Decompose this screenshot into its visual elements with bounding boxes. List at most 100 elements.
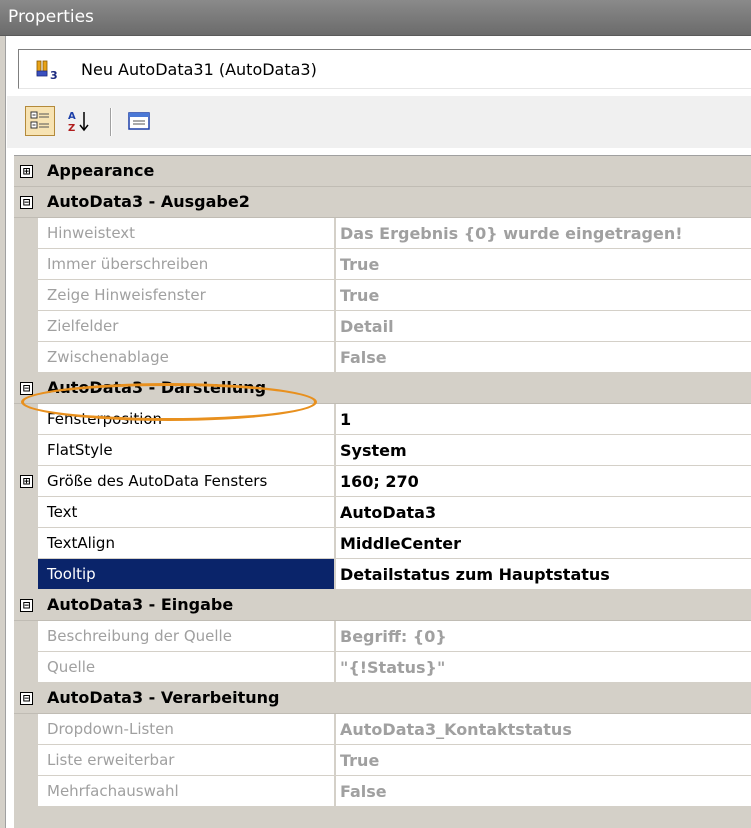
property-value-cell[interactable]: Das Ergebnis {0} wurde eingetragen! xyxy=(336,218,751,248)
property-name-cell[interactable]: Fensterposition xyxy=(38,404,335,434)
property-value-cell[interactable]: Begriff: {0} xyxy=(336,621,751,651)
property-value-cell[interactable]: 160; 270 xyxy=(336,466,751,496)
property-value-cell[interactable]: System xyxy=(336,435,751,465)
property-row[interactable]: Hinweistext Das Ergebnis {0} wurde einget… xyxy=(14,218,751,249)
property-toolbar: A Z xyxy=(7,96,751,148)
property-row[interactable]: ⊞ Größe des AutoData Fensters 160; 270 xyxy=(14,466,751,497)
property-value: System xyxy=(340,441,407,460)
property-row[interactable]: Tooltip Detailstatus zum Hauptstatus xyxy=(14,559,751,590)
property-value-cell[interactable]: MiddleCenter xyxy=(336,528,751,558)
category-label: AutoData3 - Verarbeitung xyxy=(47,688,280,707)
property-row[interactable]: Mehrfachauswahl False xyxy=(14,776,751,807)
property-value-cell[interactable]: "{!Status}" xyxy=(336,652,751,682)
property-value: AutoData3 xyxy=(340,503,437,522)
property-name-cell[interactable]: FlatStyle xyxy=(38,435,335,465)
row-margin xyxy=(14,435,38,465)
property-name: Zielfelder xyxy=(47,317,119,335)
property-value: True xyxy=(340,255,380,274)
property-name: Immer überschreiben xyxy=(47,255,209,273)
property-pages-button[interactable] xyxy=(124,106,154,136)
property-name-cell[interactable]: TextAlign xyxy=(38,528,335,558)
property-value: Das Ergebnis {0} wurde eingetragen! xyxy=(340,224,683,243)
property-grid: ⊞ Appearance ⊟ AutoData3 - Ausgabe2 Hinweist… xyxy=(14,155,751,828)
property-row[interactable]: FlatStyle System xyxy=(14,435,751,466)
property-value-cell[interactable]: True xyxy=(336,249,751,279)
expand-icon[interactable]: ⊞ xyxy=(20,475,33,488)
property-row[interactable]: Zeige Hinweisfenster True xyxy=(14,280,751,311)
property-name-cell[interactable]: Immer überschreiben xyxy=(38,249,335,279)
property-name: TextAlign xyxy=(47,534,115,552)
alphabetical-sort-button[interactable]: A Z xyxy=(64,106,94,136)
property-name-cell[interactable]: Quelle xyxy=(38,652,335,682)
categorized-view-button[interactable] xyxy=(25,106,55,136)
category-row[interactable]: ⊟ AutoData3 - Verarbeitung xyxy=(14,683,751,714)
expand-icon[interactable]: ⊞ xyxy=(20,165,33,178)
property-row[interactable]: Beschreibung der Quelle Begriff: {0} xyxy=(14,621,751,652)
row-margin xyxy=(14,776,38,806)
category-row[interactable]: ⊟ AutoData3 - Darstellung xyxy=(14,373,751,404)
property-name-cell[interactable]: Zielfelder xyxy=(38,311,335,341)
property-value-cell[interactable]: False xyxy=(336,776,751,806)
collapse-icon[interactable]: ⊟ xyxy=(20,196,33,209)
property-value-cell[interactable]: True xyxy=(336,745,751,775)
property-row[interactable]: Immer überschreiben True xyxy=(14,249,751,280)
row-margin xyxy=(14,745,38,775)
property-name-cell[interactable]: Größe des AutoData Fensters xyxy=(38,466,335,496)
property-row[interactable]: Zielfelder Detail xyxy=(14,311,751,342)
property-value-cell[interactable]: AutoData3 xyxy=(336,497,751,527)
property-name-cell[interactable]: Liste erweiterbar xyxy=(38,745,335,775)
property-name: Beschreibung der Quelle xyxy=(47,627,232,645)
property-value: Detailstatus zum Hauptstatus xyxy=(340,565,610,584)
property-name-cell[interactable]: Mehrfachauswahl xyxy=(38,776,335,806)
category-row[interactable]: ⊟ AutoData3 - Ausgabe2 xyxy=(14,187,751,218)
toolbar-separator xyxy=(110,108,112,136)
property-value: False xyxy=(340,782,387,801)
property-value: True xyxy=(340,286,380,305)
property-name: Größe des AutoData Fensters xyxy=(47,472,268,490)
property-row[interactable]: Liste erweiterbar True xyxy=(14,745,751,776)
property-value-cell[interactable]: True xyxy=(336,280,751,310)
property-value: True xyxy=(340,751,380,770)
row-margin xyxy=(14,311,38,341)
property-name-cell[interactable]: Dropdown-Listen xyxy=(38,714,335,744)
property-row[interactable]: Zwischenablage False xyxy=(14,342,751,373)
collapse-icon[interactable]: ⊟ xyxy=(20,692,33,705)
collapse-icon[interactable]: ⊟ xyxy=(20,599,33,612)
property-name-cell[interactable]: Tooltip xyxy=(38,559,335,589)
row-margin xyxy=(14,218,38,248)
row-margin xyxy=(14,652,38,682)
property-name-cell[interactable]: Zwischenablage xyxy=(38,342,335,372)
property-value-cell[interactable]: Detailstatus zum Hauptstatus xyxy=(336,559,751,589)
row-margin: ⊞ xyxy=(14,466,38,496)
property-value-cell[interactable]: Detail xyxy=(336,311,751,341)
row-margin xyxy=(14,621,38,651)
property-value-cell[interactable]: AutoData3_Kontaktstatus xyxy=(336,714,751,744)
property-value: False xyxy=(340,348,387,367)
property-row[interactable]: Quelle "{!Status}" xyxy=(14,652,751,683)
category-row[interactable]: ⊞ Appearance xyxy=(14,156,751,187)
property-value-cell[interactable]: 1 xyxy=(336,404,751,434)
property-name-cell[interactable]: Hinweistext xyxy=(38,218,335,248)
property-value: "{!Status}" xyxy=(340,658,446,677)
property-value: 1 xyxy=(340,410,352,429)
collapse-icon[interactable]: ⊟ xyxy=(20,382,33,395)
row-margin xyxy=(14,497,38,527)
property-name: Liste erweiterbar xyxy=(47,751,175,769)
property-name-cell[interactable]: Zeige Hinweisfenster xyxy=(38,280,335,310)
property-row[interactable]: Fensterposition 1 xyxy=(14,404,751,435)
property-value: 160; 270 xyxy=(340,472,419,491)
category-label: AutoData3 - Darstellung xyxy=(47,378,267,397)
category-row[interactable]: ⊟ AutoData3 - Eingabe xyxy=(14,590,751,621)
property-row[interactable]: Text AutoData3 xyxy=(14,497,751,528)
property-name-cell[interactable]: Text xyxy=(38,497,335,527)
object-selector[interactable]: 3 Neu AutoData31 (AutoData3) xyxy=(18,49,751,89)
category-label: AutoData3 - Ausgabe2 xyxy=(47,192,250,211)
row-margin xyxy=(14,342,38,372)
property-name: FlatStyle xyxy=(47,441,113,459)
property-name: Zeige Hinweisfenster xyxy=(47,286,206,304)
property-value-cell[interactable]: False xyxy=(336,342,751,372)
svg-text:3: 3 xyxy=(50,69,58,81)
property-row[interactable]: Dropdown-Listen AutoData3_Kontaktstatus xyxy=(14,714,751,745)
property-row[interactable]: TextAlign MiddleCenter xyxy=(14,528,751,559)
property-name-cell[interactable]: Beschreibung der Quelle xyxy=(38,621,335,651)
